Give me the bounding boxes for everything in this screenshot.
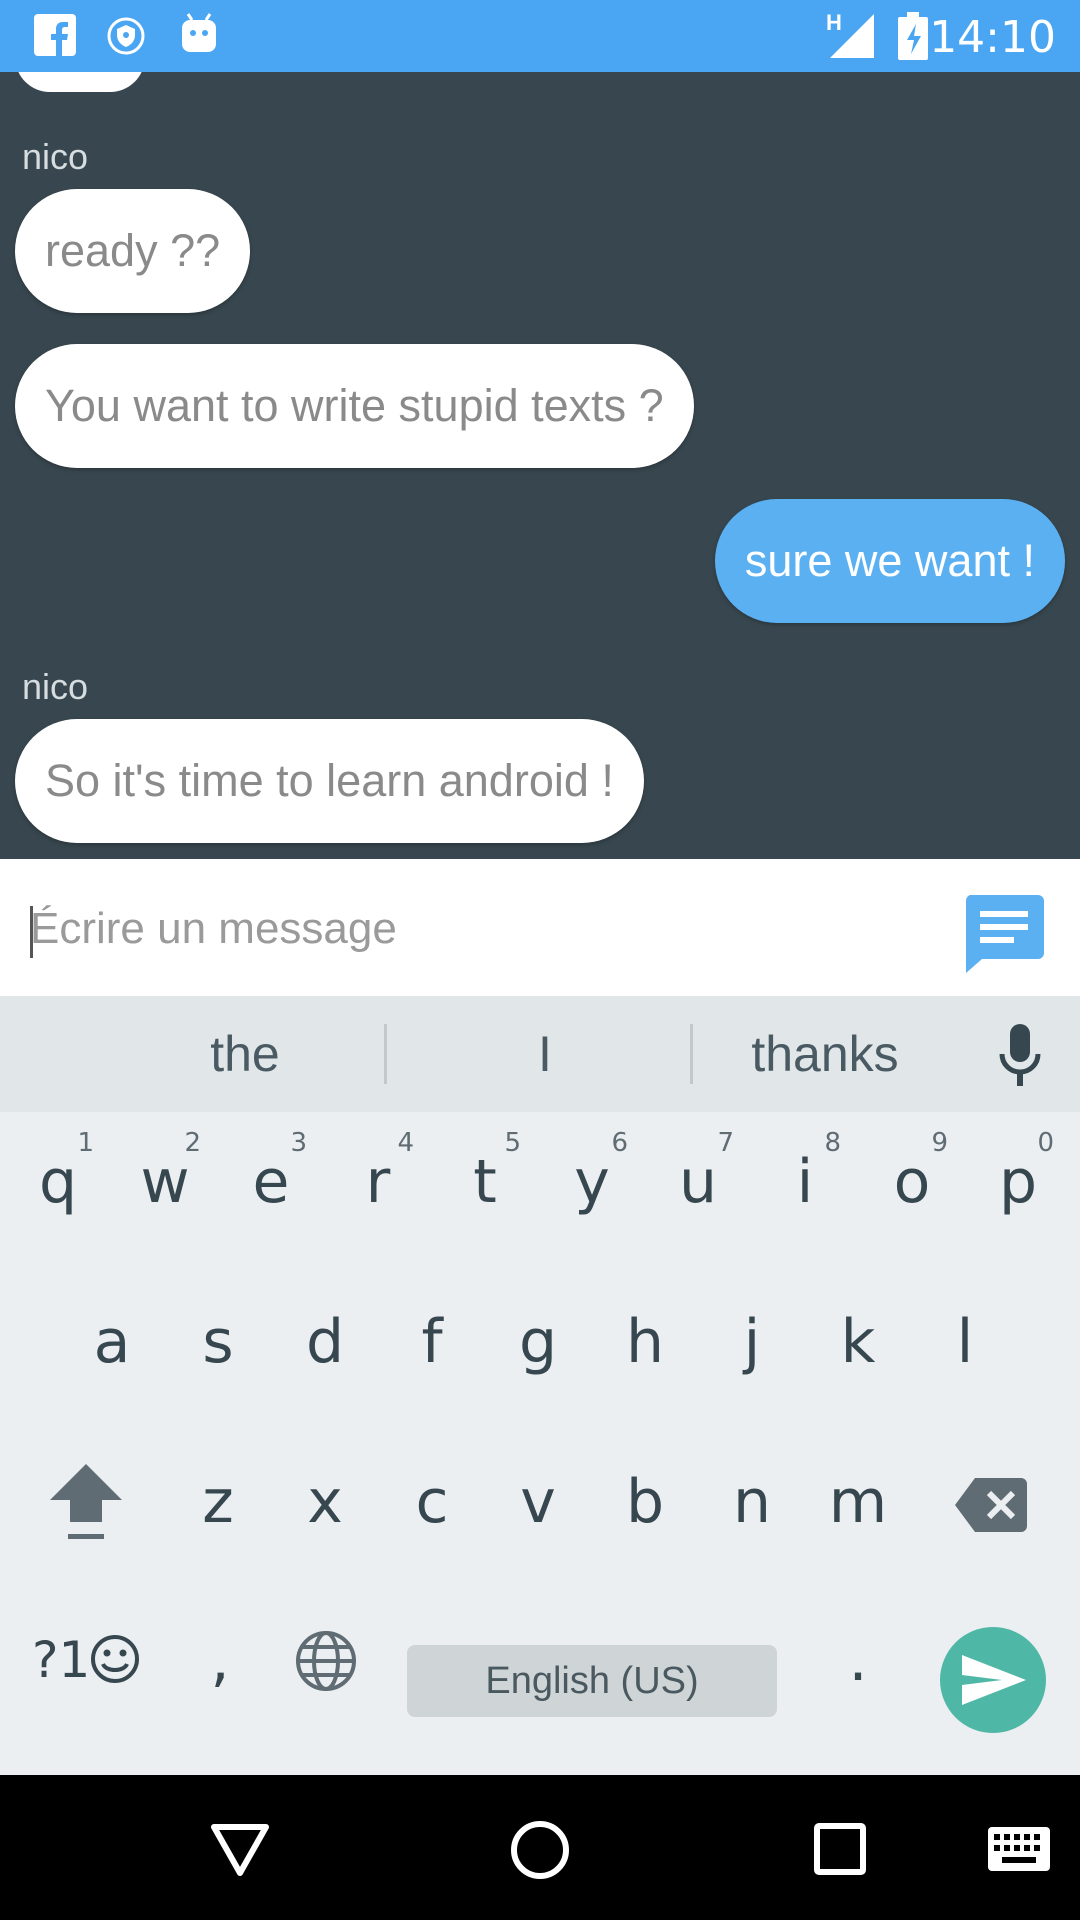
key-hint: 4 xyxy=(397,1128,414,1158)
key-b[interactable]: b xyxy=(595,1432,695,1572)
key-i[interactable]: 8i xyxy=(755,1112,855,1252)
key-j[interactable]: j xyxy=(702,1272,802,1412)
key-label: t xyxy=(473,1147,497,1217)
symbols-key[interactable]: ?1 xyxy=(30,1590,150,1730)
key-hint: 6 xyxy=(611,1128,628,1158)
key-g[interactable]: g xyxy=(488,1272,588,1412)
key-w[interactable]: 2w xyxy=(115,1112,215,1252)
message-bubble-incoming[interactable]: So it's time to learn android ! xyxy=(15,719,644,843)
globe-icon xyxy=(296,1631,356,1691)
key-z[interactable]: z xyxy=(168,1432,268,1572)
key-u[interactable]: 7u xyxy=(648,1112,748,1252)
key-o[interactable]: 9o xyxy=(862,1112,962,1252)
shift-icon xyxy=(50,1464,122,1539)
key-y[interactable]: 6y xyxy=(542,1112,642,1252)
key-s[interactable]: s xyxy=(168,1272,268,1412)
recents-icon[interactable] xyxy=(814,1823,866,1875)
backspace-key[interactable] xyxy=(940,1432,1040,1572)
key-m[interactable]: m xyxy=(808,1432,908,1572)
key-label: y xyxy=(574,1147,610,1217)
key-label: u xyxy=(678,1147,718,1217)
key-k[interactable]: k xyxy=(808,1272,908,1412)
key-q[interactable]: 1q xyxy=(8,1112,108,1252)
key-hint: 7 xyxy=(717,1128,734,1158)
key-l[interactable]: l xyxy=(915,1272,1015,1412)
clock: 14:10 xyxy=(929,12,1056,63)
chat-thread[interactable]: nico ready ?? You want to write stupid t… xyxy=(0,72,1080,859)
key-f[interactable]: f xyxy=(382,1272,482,1412)
key-hint: 8 xyxy=(824,1128,841,1158)
vpn-shield-icon xyxy=(107,17,145,55)
key-label: o xyxy=(893,1147,931,1217)
shift-key[interactable] xyxy=(35,1432,135,1572)
key-label: q xyxy=(38,1147,78,1217)
message-bubble-outgoing[interactable]: sure we want ! xyxy=(714,499,1065,623)
status-bar: H 14:10 xyxy=(0,0,1080,72)
message-icon[interactable] xyxy=(964,895,1044,973)
spacebar[interactable]: English (US) xyxy=(407,1645,777,1717)
home-icon[interactable] xyxy=(510,1820,570,1880)
key-d[interactable]: d xyxy=(275,1272,375,1412)
key-n[interactable]: n xyxy=(702,1432,802,1572)
suggestion-strip: the I thanks xyxy=(0,996,1080,1112)
key-r[interactable]: 4r xyxy=(328,1112,428,1252)
send-icon xyxy=(962,1655,1026,1705)
key-hint: 0 xyxy=(1037,1128,1054,1158)
symbols-label: ?1 xyxy=(32,1631,91,1689)
key-hint: 9 xyxy=(931,1128,948,1158)
emoji-icon xyxy=(91,1635,139,1683)
microphone-icon[interactable] xyxy=(996,1024,1044,1088)
key-label: p xyxy=(998,1147,1038,1217)
key-label: e xyxy=(252,1147,290,1217)
send-key[interactable] xyxy=(940,1627,1046,1733)
key-hint: 3 xyxy=(290,1128,307,1158)
key-p[interactable]: 0p xyxy=(968,1112,1068,1252)
message-sender: nico xyxy=(22,666,89,707)
key-hint: 2 xyxy=(184,1128,201,1158)
suggestion-item[interactable]: I xyxy=(395,996,695,1112)
keyboard: 1q 2w 3e 4r 5t 6y 7u 8i 9o 0p a s d f g … xyxy=(0,1112,1080,1775)
key-label: i xyxy=(796,1147,814,1217)
composer xyxy=(0,859,1080,996)
battery-charging-icon xyxy=(898,12,928,60)
suggestion-item[interactable]: the xyxy=(95,996,395,1112)
key-c[interactable]: c xyxy=(382,1432,482,1572)
key-label: w xyxy=(140,1147,190,1217)
period-key[interactable]: . xyxy=(808,1590,908,1730)
language-key[interactable] xyxy=(275,1590,375,1730)
key-hint: 1 xyxy=(77,1128,94,1158)
keyboard-switch-icon[interactable] xyxy=(988,1827,1050,1871)
backspace-icon xyxy=(955,1478,1027,1532)
back-icon[interactable] xyxy=(210,1823,270,1877)
key-x[interactable]: x xyxy=(275,1432,375,1572)
signal-icon xyxy=(830,14,874,58)
key-hint: 5 xyxy=(504,1128,521,1158)
comma-key[interactable]: , xyxy=(170,1590,270,1730)
suggestion-item[interactable]: thanks xyxy=(675,996,975,1112)
key-t[interactable]: 5t xyxy=(435,1112,535,1252)
message-bubble-incoming[interactable]: ready ?? xyxy=(15,189,251,313)
message-sender: nico xyxy=(22,136,89,177)
navigation-bar xyxy=(0,1775,1080,1920)
message-bubble-partial xyxy=(15,72,145,92)
key-label: r xyxy=(365,1147,391,1217)
key-a[interactable]: a xyxy=(62,1272,162,1412)
message-input[interactable] xyxy=(30,897,930,961)
key-e[interactable]: 3e xyxy=(221,1112,321,1252)
key-v[interactable]: v xyxy=(488,1432,588,1572)
android-debug-icon xyxy=(182,13,216,52)
suggestion-divider xyxy=(384,1024,387,1084)
facebook-icon xyxy=(34,14,76,56)
message-bubble-incoming[interactable]: You want to write stupid texts ? xyxy=(15,344,694,468)
key-h[interactable]: h xyxy=(595,1272,695,1412)
